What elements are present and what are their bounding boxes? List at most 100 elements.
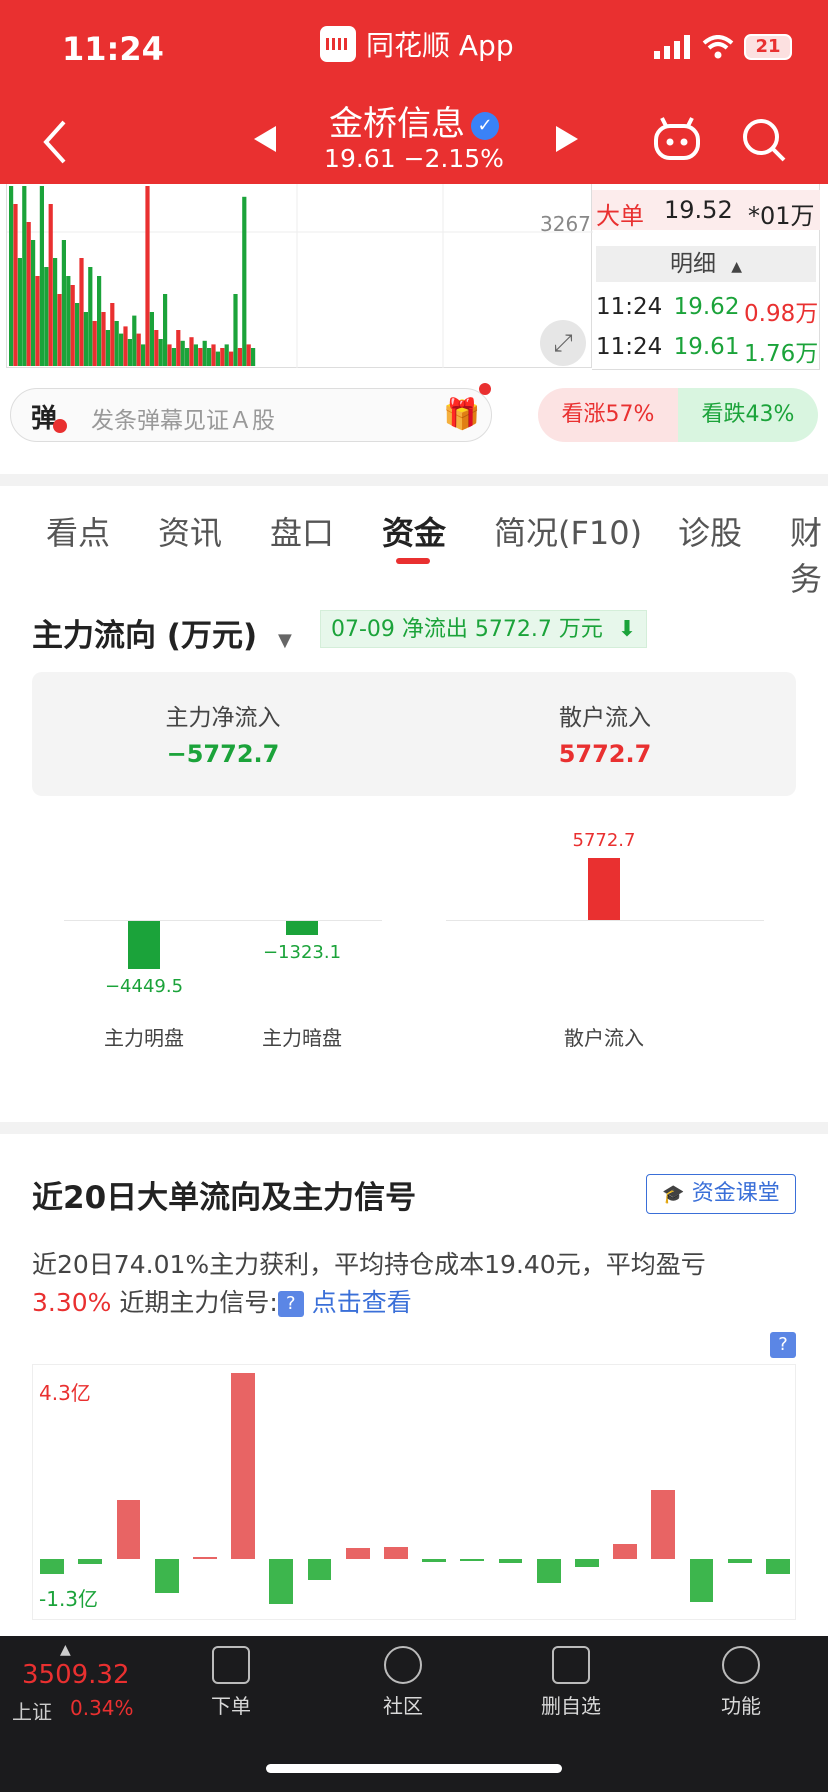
volume-bar [39, 186, 44, 366]
vote-up-button[interactable]: 看涨57% [538, 388, 678, 442]
volume-bar [48, 204, 53, 366]
header: 11:24 同花顺 App 21 金桥信息 ✓ 19.61 −2.15% [0, 0, 828, 184]
volume-bar [123, 326, 128, 366]
robot-assistant-icon[interactable] [652, 114, 702, 164]
big-order-price: 19.52 [664, 196, 733, 224]
next-stock-icon[interactable] [554, 124, 580, 154]
desc-signal: 近期主力信号: [119, 1288, 278, 1317]
volume-bar [145, 186, 150, 366]
tick-time: 11:24 [596, 294, 663, 320]
tab-kandian[interactable]: 看点 [46, 508, 110, 554]
barrage-placeholder: 发条弹幕见证Ａ股 [91, 408, 275, 434]
tab-news[interactable]: 资讯 [158, 508, 222, 554]
volume-bar [202, 340, 207, 366]
caret-up-icon: ▲ [731, 259, 743, 275]
gift-icon[interactable]: 🎁 [443, 397, 480, 432]
daily-flow-bar [78, 1558, 103, 1564]
nav-remove-watchlist[interactable]: 删自选 [516, 1646, 626, 1719]
app-logo-icon [320, 26, 356, 62]
daily-flow-bar [651, 1489, 676, 1559]
daily-flow-bar [727, 1558, 752, 1564]
flow-bar-category-label: 主力明盘 [104, 1026, 184, 1050]
volume-bar [66, 276, 71, 366]
volume-bar [242, 196, 247, 366]
daily-flow-bar [40, 1558, 64, 1574]
volume-bar [26, 222, 31, 366]
volume-bar [79, 258, 84, 366]
notification-dot-icon [479, 383, 491, 395]
volume-bar [44, 267, 49, 366]
volume-bar [215, 351, 220, 366]
daily-flow-bar [231, 1373, 255, 1559]
daily-flow-bar [536, 1558, 561, 1583]
daily-flow-bar [116, 1500, 141, 1559]
daily-flow-bar [498, 1558, 523, 1564]
chart-help-icon[interactable]: ? [770, 1332, 796, 1358]
volume-bar [75, 303, 80, 366]
flow-summary-box: 主力净流入 −5772.7 散户流入 5772.7 [32, 672, 796, 796]
nav-community[interactable]: 社区 [348, 1646, 458, 1719]
flow-bar-value-label: −1323.1 [262, 942, 342, 964]
help-icon[interactable]: ? [277, 1291, 304, 1317]
tab-financials[interactable]: 财务 [790, 508, 828, 600]
volume-bar [237, 348, 242, 366]
volume-bar [211, 344, 216, 366]
volume-bar [119, 333, 124, 366]
tab-funds[interactable]: 资金 [382, 508, 446, 554]
volume-bar [22, 186, 27, 366]
nav-label: 删自选 [541, 1694, 601, 1718]
detail-label: 明细 [669, 251, 716, 277]
expand-chart-icon[interactable]: ⤢ [540, 320, 586, 366]
big-order-row[interactable]: 大单 19.52 *01万 [592, 190, 820, 230]
flow-title[interactable]: 主力流向 (万元) ▼ [32, 610, 292, 655]
stock-title: 金桥信息 ✓ [0, 96, 828, 145]
signals-description: 近20日74.01%主力获利，平均持仓成本19.40元，平均盈亏 3.30% 近… [32, 1246, 802, 1322]
dropdown-icon[interactable]: ▼ [278, 630, 292, 651]
funds-classroom-button[interactable]: 🎓 资金课堂 [646, 1174, 796, 1214]
status-icons: 21 [654, 34, 792, 60]
document-icon [212, 1646, 250, 1684]
daily-flow-bar [193, 1556, 217, 1559]
tick-price: 19.61 [673, 334, 740, 360]
nav-place-order[interactable]: 下单 [176, 1646, 286, 1719]
tab-f10[interactable]: 简况(F10) [494, 508, 642, 554]
nav-functions[interactable]: 功能 [686, 1646, 796, 1719]
volume-bar [105, 330, 110, 366]
retail-value: 5772.7 [558, 740, 652, 768]
desc-text: 近20日74.01%主力获利，平均持仓成本19.40元，平均盈亏 [32, 1250, 706, 1279]
vote-down-button[interactable]: 看跌43% [678, 388, 818, 442]
search-icon[interactable] [740, 116, 788, 164]
volume-bar [158, 339, 163, 366]
tick-price: 19.62 [673, 294, 740, 320]
y-max-label: 4.3亿 [39, 1381, 91, 1405]
app-name-label: 同花顺 App [366, 29, 514, 62]
detail-toggle[interactable]: 明细 ▲ [596, 246, 816, 282]
volume-bar [114, 321, 119, 366]
volume-bar [171, 348, 176, 366]
view-signal-link[interactable]: 点击查看 [312, 1288, 412, 1317]
flow-bar-category-label: 散户流入 [564, 1026, 644, 1050]
tab-diagnosis[interactable]: 诊股 [678, 508, 742, 554]
volume-bar [176, 330, 181, 366]
index-change: 0.34% [70, 1696, 134, 1720]
flow-bar-value-label: −4449.5 [104, 975, 184, 997]
volume-bar [35, 276, 40, 366]
flow-title-label: 主力流向 (万元) [32, 618, 258, 654]
intraday-volume-chart[interactable] [6, 184, 593, 368]
volume-bar [9, 186, 14, 366]
app-screen: 11:24 同花顺 App 21 金桥信息 ✓ 19.61 −2.15% 326… [0, 0, 828, 1792]
twenty-day-flow-chart[interactable]: 4.3亿 -1.3亿 [32, 1364, 796, 1620]
daily-flow-bar [384, 1546, 408, 1559]
volume-bar [53, 258, 58, 366]
volume-bar [127, 339, 132, 366]
main-net-value: −5772.7 [166, 740, 280, 768]
volume-bar [88, 267, 93, 366]
tab-order-book[interactable]: 盘口 [270, 508, 334, 554]
volume-bars [7, 184, 593, 368]
volume-bar [229, 351, 234, 366]
index-up-arrow-icon: ▲ [60, 1642, 71, 1658]
index-value[interactable]: 3509.32 [22, 1660, 130, 1690]
volume-bar [189, 337, 194, 366]
barrage-input[interactable]: 弹 发条弹幕见证Ａ股 🎁 [10, 383, 492, 442]
volume-bar [246, 344, 251, 366]
